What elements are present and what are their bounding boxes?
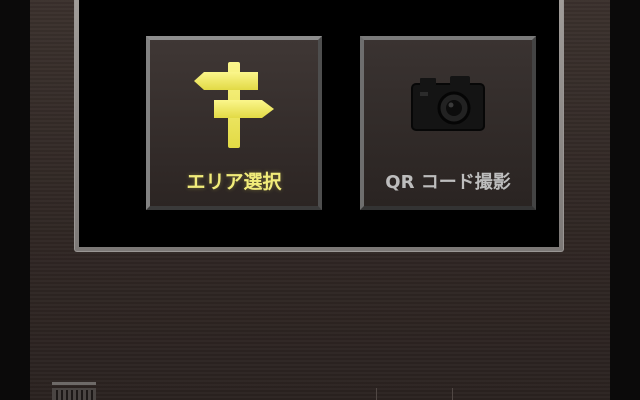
area-select-label: エリア選択: [186, 171, 282, 193]
bottom-divider: [452, 388, 453, 400]
area-select-button[interactable]: エリア選択: [146, 36, 322, 210]
barcode-icon[interactable]: [50, 378, 98, 400]
qr-scan-label: QR コード撮影: [385, 172, 511, 193]
camera-icon: [411, 76, 485, 131]
device-body: エリア選択 QR コード撮影: [30, 0, 610, 400]
qr-scan-button[interactable]: QR コード撮影: [360, 36, 536, 210]
signpost-icon: [194, 62, 274, 148]
bottom-divider: [376, 388, 377, 400]
